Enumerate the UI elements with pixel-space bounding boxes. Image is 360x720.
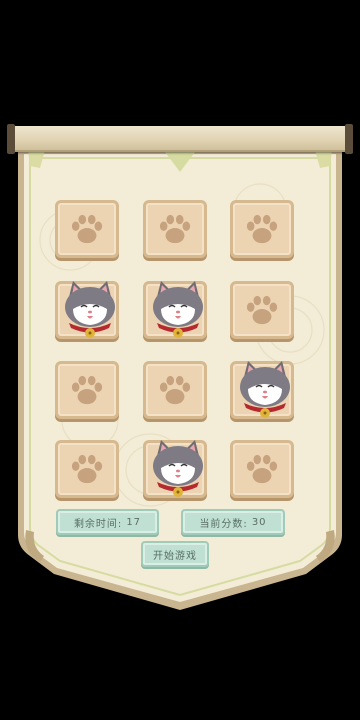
board-tile[interactable]: [143, 361, 207, 419]
paw-icon: [243, 212, 281, 246]
paw-icon: [68, 212, 106, 246]
current-score-display: 当前分数: 30: [181, 509, 285, 535]
time-remaining-value: 17: [126, 516, 142, 528]
cat-icon[interactable]: [59, 277, 121, 341]
paw-icon: [156, 373, 194, 407]
game-board: [0, 0, 360, 720]
paw-icon: [68, 452, 106, 486]
board-tile[interactable]: [55, 361, 119, 419]
board-tile[interactable]: [143, 200, 207, 258]
game-screen: 剩余时间: 17 当前分数: 30 开始游戏: [0, 0, 360, 720]
current-score-label: 当前分数:: [199, 518, 248, 530]
cat-icon[interactable]: [147, 436, 209, 500]
cat-icon[interactable]: [234, 357, 296, 421]
paw-icon: [156, 212, 194, 246]
board-tile[interactable]: [230, 200, 294, 258]
cat-icon[interactable]: [147, 277, 209, 341]
paw-icon: [68, 373, 106, 407]
board-tile[interactable]: [55, 200, 119, 258]
paw-icon: [243, 293, 281, 327]
board-tile[interactable]: [230, 440, 294, 498]
start-game-label: 开始游戏: [153, 550, 197, 562]
current-score-value: 30: [251, 516, 267, 528]
board-tile[interactable]: [230, 281, 294, 339]
paw-icon: [243, 452, 281, 486]
board-tile[interactable]: [55, 440, 119, 498]
time-remaining-display: 剩余时间: 17: [56, 509, 159, 535]
start-game-button[interactable]: 开始游戏: [141, 541, 209, 567]
time-remaining-label: 剩余时间:: [73, 518, 123, 530]
